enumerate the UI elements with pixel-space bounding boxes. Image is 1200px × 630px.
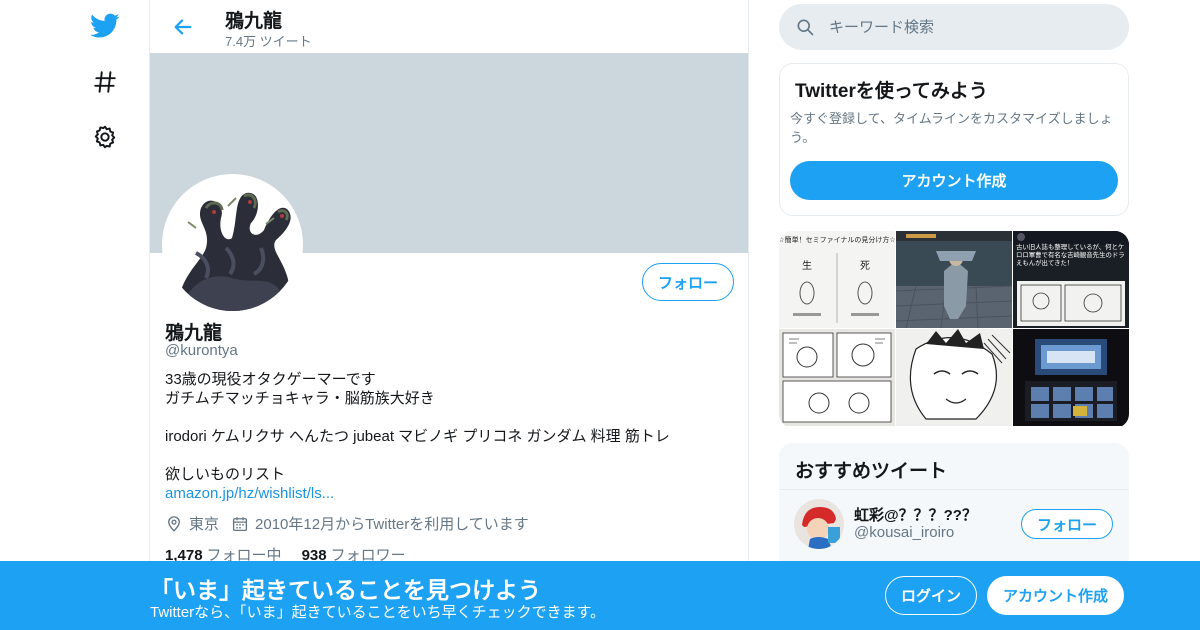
media-thumbnail[interactable]	[1013, 329, 1129, 426]
recommended-title: おすすめツイート	[795, 461, 948, 482]
signup-prompt-bar: 「いま」起きていることを見つけよう Twitterなら、「いま」起きていることを…	[0, 561, 1200, 630]
left-navigation	[0, 0, 150, 630]
media-thumbnail[interactable]: ☆簡単！セミファイナルの見分け方☆ 生 死	[779, 231, 895, 328]
profile-meta: 東京 2010年12月からTwitterを利用しています	[165, 513, 541, 534]
twitter-logo-icon[interactable]	[88, 9, 122, 43]
recommended-user-name[interactable]: 虹彩@？？？??？	[854, 504, 977, 525]
profile-handle: @kurontya	[165, 342, 238, 359]
recommended-user-avatar[interactable]	[794, 499, 844, 549]
prompt-subtext: Twitterなら、「いま」起きていることをいち早くチェックできます。	[150, 604, 606, 621]
media-grid: ☆簡単！セミファイナルの見分け方☆ 生 死 古い旧人誌も整理しているが、何とケロ…	[779, 231, 1129, 428]
profile-column: 鴉九龍 7.4万 ツイート フォロー 鴉九龍 @kurontya 33歳の現役オ…	[149, 0, 749, 630]
profile-header-bar: 鴉九龍 7.4万 ツイート	[150, 0, 748, 53]
header-tweet-count: 7.4万 ツイート	[225, 34, 312, 49]
location-pin-icon	[168, 515, 180, 532]
profile-avatar[interactable]	[162, 174, 303, 315]
divider	[779, 489, 1129, 490]
media-label-alive: 生	[802, 259, 812, 272]
location-text: 東京	[189, 516, 220, 533]
header-profile-name: 鴉九龍	[225, 11, 283, 32]
settings-gear-icon[interactable]	[88, 120, 122, 154]
joined-date: 2010年12月からTwitterを利用しています	[231, 513, 529, 534]
media-thumbnail[interactable]	[896, 329, 1012, 426]
wishlist-link[interactable]: amazon.jp/hz/wishlist/ls...	[165, 484, 735, 503]
search-icon	[797, 19, 814, 36]
bio-line: 欲しいものリスト	[165, 466, 286, 483]
signup-card-description: 今すぐ登録して、タイムラインをカスタマイズしましょう。	[790, 111, 1113, 145]
joined-text: 2010年12月からTwitterを利用しています	[255, 516, 529, 533]
back-arrow-icon[interactable]	[168, 12, 198, 42]
login-button[interactable]: ログイン	[885, 576, 977, 615]
recommended-tweets-card: おすすめツイート 虹彩@？？？??？ @kousai_iroiro フォロー	[779, 443, 1129, 573]
bio-line: ガチムチマッチョキャラ・脳筋族大好き	[165, 390, 435, 407]
bio-line	[165, 408, 735, 427]
media-tweet-text: 古い旧人誌も整理しているが、何とケロロ軍曹で有名な吉崎観音先生のドラえもんが出て…	[1016, 243, 1125, 267]
media-label-dead: 死	[860, 261, 870, 272]
prompt-headline: 「いま」起きていることを見つけよう	[150, 577, 541, 603]
follow-button[interactable]: フォロー	[642, 263, 734, 301]
recommended-follow-button[interactable]: フォロー	[1021, 509, 1113, 539]
bio-line: 33歳の現役オタクゲーマーです	[165, 371, 376, 388]
media-thumbnail[interactable]	[896, 231, 1012, 328]
signup-card: Twitterを使ってみよう 今すぐ登録して、タイムラインをカスタマイズしましょ…	[779, 63, 1129, 216]
signup-card-title: Twitterを使ってみよう	[795, 81, 988, 102]
search-input[interactable]	[829, 18, 1109, 36]
bio-line: irodori ケムリクサ へんたつ jubeat マビノギ プリコネ ガンダム…	[165, 428, 670, 445]
recommended-user-handle: @kousai_iroiro	[854, 524, 955, 541]
media-thumbnail[interactable]	[779, 329, 895, 426]
signup-button[interactable]: アカウント作成	[987, 576, 1124, 615]
hashtag-icon[interactable]	[88, 65, 122, 99]
calendar-icon	[232, 516, 248, 531]
media-thumbnail[interactable]: 古い旧人誌も整理しているが、何とケロロ軍曹で有名な吉崎観音先生のドラえもんが出て…	[1013, 231, 1129, 328]
media-heading: ☆簡単！セミファイナルの見分け方☆	[779, 235, 895, 244]
profile-bio: 33歳の現役オタクゲーマーです ガチムチマッチョキャラ・脳筋族大好き irodo…	[165, 370, 735, 503]
profile-name: 鴉九龍	[165, 323, 223, 344]
bio-line	[165, 446, 735, 465]
create-account-button[interactable]: アカウント作成	[790, 161, 1118, 200]
search-box	[779, 4, 1129, 50]
location: 東京	[165, 513, 219, 534]
